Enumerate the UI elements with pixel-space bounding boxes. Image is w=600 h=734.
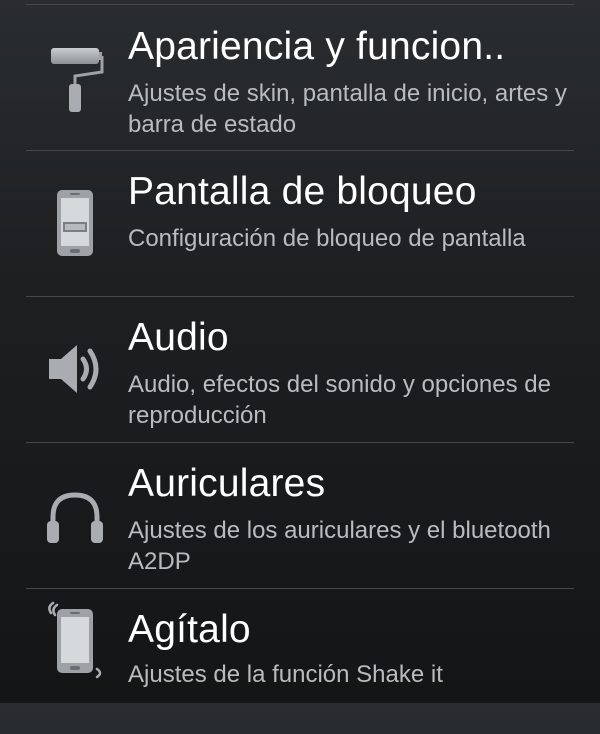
settings-item-agitalo[interactable]: Agítalo Ajustes de la función Shake it bbox=[0, 589, 600, 734]
headphones-icon bbox=[40, 477, 110, 557]
settings-item-subtitle: Ajustes de la función Shake it bbox=[128, 661, 443, 688]
settings-item-title: Audio bbox=[128, 316, 229, 359]
settings-item-apariencia[interactable]: Apariencia y funcion.. Ajustes de skin, … bbox=[0, 5, 600, 150]
paint-roller-icon bbox=[40, 38, 110, 118]
settings-item-audio[interactable]: Audio Audio, efectos del sonido y opcion… bbox=[0, 297, 600, 442]
settings-item-auriculares[interactable]: Auriculares Ajustes de los auriculares y… bbox=[0, 443, 600, 588]
settings-item-pantalla-bloqueo[interactable]: Pantalla de bloqueo Configuración de blo… bbox=[0, 151, 600, 296]
settings-item-title: Auriculares bbox=[128, 462, 326, 505]
settings-item-subtitle: Audio, efectos del sonido y opciones de … bbox=[128, 371, 551, 429]
settings-item-subtitle: Ajustes de los auriculares y el bluetoot… bbox=[128, 517, 551, 575]
shake-phone-icon bbox=[40, 599, 110, 679]
speaker-icon bbox=[40, 329, 110, 409]
settings-item-title: Pantalla de bloqueo bbox=[128, 170, 477, 213]
settings-item-subtitle: Ajustes de skin, pantalla de inicio, art… bbox=[128, 80, 567, 138]
settings-item-title: Agítalo bbox=[128, 608, 251, 651]
settings-list: Apariencia y funcion.. Ajustes de skin, … bbox=[0, 0, 600, 703]
settings-item-subtitle: Configuración de bloqueo de pantalla bbox=[128, 225, 526, 252]
settings-item-title: Apariencia y funcion.. bbox=[128, 25, 506, 68]
phone-lock-icon bbox=[40, 183, 110, 263]
